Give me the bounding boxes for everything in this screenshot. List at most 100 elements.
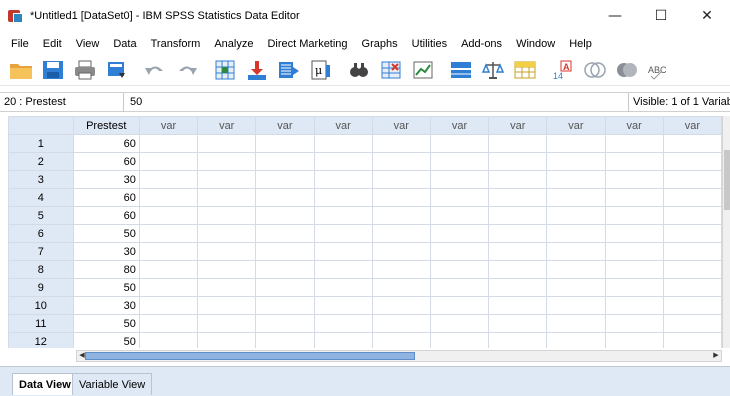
row-number[interactable]: 4 bbox=[8, 188, 74, 207]
row-number[interactable]: 6 bbox=[8, 224, 74, 243]
empty-cell[interactable] bbox=[662, 242, 722, 261]
prestest-cell[interactable]: 60 bbox=[72, 188, 140, 207]
empty-cell[interactable] bbox=[546, 260, 606, 279]
empty-cell[interactable] bbox=[255, 260, 315, 279]
minimize-button[interactable]: — bbox=[592, 0, 638, 32]
prestest-cell[interactable]: 50 bbox=[72, 314, 140, 333]
empty-cell[interactable] bbox=[313, 170, 373, 189]
value-labels-icon[interactable]: A 14 bbox=[548, 56, 578, 84]
empty-cell[interactable] bbox=[488, 134, 548, 153]
empty-cell[interactable] bbox=[604, 224, 664, 243]
empty-cell[interactable] bbox=[429, 332, 490, 348]
column-header-var[interactable]: var bbox=[197, 116, 257, 135]
empty-cell[interactable] bbox=[546, 224, 606, 243]
menu-view[interactable]: View bbox=[69, 34, 107, 54]
dialog-recall-icon[interactable] bbox=[102, 56, 132, 84]
goto-case-icon[interactable] bbox=[210, 56, 240, 84]
empty-cell[interactable] bbox=[429, 152, 490, 171]
empty-cell[interactable] bbox=[313, 296, 373, 315]
empty-cell[interactable] bbox=[197, 260, 257, 279]
scroll-right-icon[interactable]: ▶ bbox=[711, 351, 721, 361]
empty-cell[interactable] bbox=[255, 314, 315, 333]
column-header-prestest[interactable]: Prestest bbox=[72, 116, 140, 135]
empty-cell[interactable] bbox=[313, 152, 373, 171]
tab-data-view[interactable]: Data View bbox=[12, 373, 78, 395]
empty-cell[interactable] bbox=[662, 332, 722, 348]
close-button[interactable]: ✕ bbox=[684, 0, 730, 32]
select-cases-icon[interactable] bbox=[510, 56, 540, 84]
menu-file[interactable]: File bbox=[4, 34, 36, 54]
empty-cell[interactable] bbox=[546, 242, 606, 261]
empty-cell[interactable] bbox=[662, 278, 722, 297]
empty-cell[interactable] bbox=[488, 314, 548, 333]
insert-cases-icon[interactable] bbox=[376, 56, 406, 84]
empty-cell[interactable] bbox=[546, 332, 606, 348]
menu-analyze[interactable]: Analyze bbox=[207, 34, 260, 54]
empty-cell[interactable] bbox=[546, 206, 606, 225]
menu-window[interactable]: Window bbox=[509, 34, 562, 54]
empty-cell[interactable] bbox=[371, 188, 431, 207]
empty-cell[interactable] bbox=[255, 296, 315, 315]
open-folder-icon[interactable] bbox=[6, 56, 36, 84]
empty-cell[interactable] bbox=[197, 134, 257, 153]
empty-cell[interactable] bbox=[371, 314, 431, 333]
empty-cell[interactable] bbox=[429, 224, 490, 243]
empty-cell[interactable] bbox=[313, 134, 373, 153]
empty-cell[interactable] bbox=[371, 224, 431, 243]
column-header-var[interactable]: var bbox=[662, 116, 722, 135]
empty-cell[interactable] bbox=[662, 170, 722, 189]
column-header-var[interactable]: var bbox=[546, 116, 606, 135]
empty-cell[interactable] bbox=[488, 278, 548, 297]
empty-cell[interactable] bbox=[604, 314, 664, 333]
prestest-cell[interactable]: 50 bbox=[72, 224, 140, 243]
empty-cell[interactable] bbox=[138, 242, 199, 261]
empty-cell[interactable] bbox=[488, 224, 548, 243]
empty-cell[interactable] bbox=[488, 188, 548, 207]
empty-cell[interactable] bbox=[313, 242, 373, 261]
empty-cell[interactable] bbox=[604, 170, 664, 189]
empty-cell[interactable] bbox=[546, 152, 606, 171]
empty-cell[interactable] bbox=[138, 296, 199, 315]
menu-transform[interactable]: Transform bbox=[144, 34, 208, 54]
empty-cell[interactable] bbox=[488, 332, 548, 348]
empty-cell[interactable] bbox=[429, 188, 490, 207]
column-header-var[interactable]: var bbox=[313, 116, 373, 135]
empty-cell[interactable] bbox=[429, 206, 490, 225]
empty-cell[interactable] bbox=[138, 314, 199, 333]
empty-cell[interactable] bbox=[604, 260, 664, 279]
empty-cell[interactable] bbox=[255, 188, 315, 207]
empty-cell[interactable] bbox=[546, 188, 606, 207]
empty-cell[interactable] bbox=[604, 296, 664, 315]
empty-cell[interactable] bbox=[488, 242, 548, 261]
empty-cell[interactable] bbox=[371, 152, 431, 171]
column-header-var[interactable]: var bbox=[255, 116, 315, 135]
empty-cell[interactable] bbox=[371, 242, 431, 261]
empty-cell[interactable] bbox=[604, 134, 664, 153]
prestest-cell[interactable]: 30 bbox=[72, 170, 140, 189]
save-icon[interactable] bbox=[38, 56, 68, 84]
column-header-var[interactable]: var bbox=[488, 116, 548, 135]
prestest-cell[interactable]: 30 bbox=[72, 242, 140, 261]
empty-cell[interactable] bbox=[197, 314, 257, 333]
empty-cell[interactable] bbox=[429, 314, 490, 333]
empty-cell[interactable] bbox=[255, 278, 315, 297]
find-icon[interactable] bbox=[344, 56, 374, 84]
empty-cell[interactable] bbox=[662, 206, 722, 225]
menu-help[interactable]: Help bbox=[562, 34, 599, 54]
empty-cell[interactable] bbox=[371, 260, 431, 279]
vertical-scroll-thumb[interactable] bbox=[724, 150, 730, 210]
row-number[interactable]: 8 bbox=[8, 260, 74, 279]
spelling-icon[interactable]: ABC bbox=[644, 56, 674, 84]
empty-cell[interactable] bbox=[546, 134, 606, 153]
row-number[interactable]: 10 bbox=[8, 296, 74, 315]
column-header-var[interactable]: var bbox=[371, 116, 431, 135]
spss-app-icon[interactable] bbox=[8, 8, 24, 24]
menu-data[interactable]: Data bbox=[106, 34, 143, 54]
empty-cell[interactable] bbox=[371, 170, 431, 189]
split-file-icon[interactable] bbox=[446, 56, 476, 84]
empty-cell[interactable] bbox=[197, 206, 257, 225]
empty-cell[interactable] bbox=[197, 152, 257, 171]
prestest-cell[interactable]: 60 bbox=[72, 134, 140, 153]
empty-cell[interactable] bbox=[546, 170, 606, 189]
empty-cell[interactable] bbox=[429, 134, 490, 153]
